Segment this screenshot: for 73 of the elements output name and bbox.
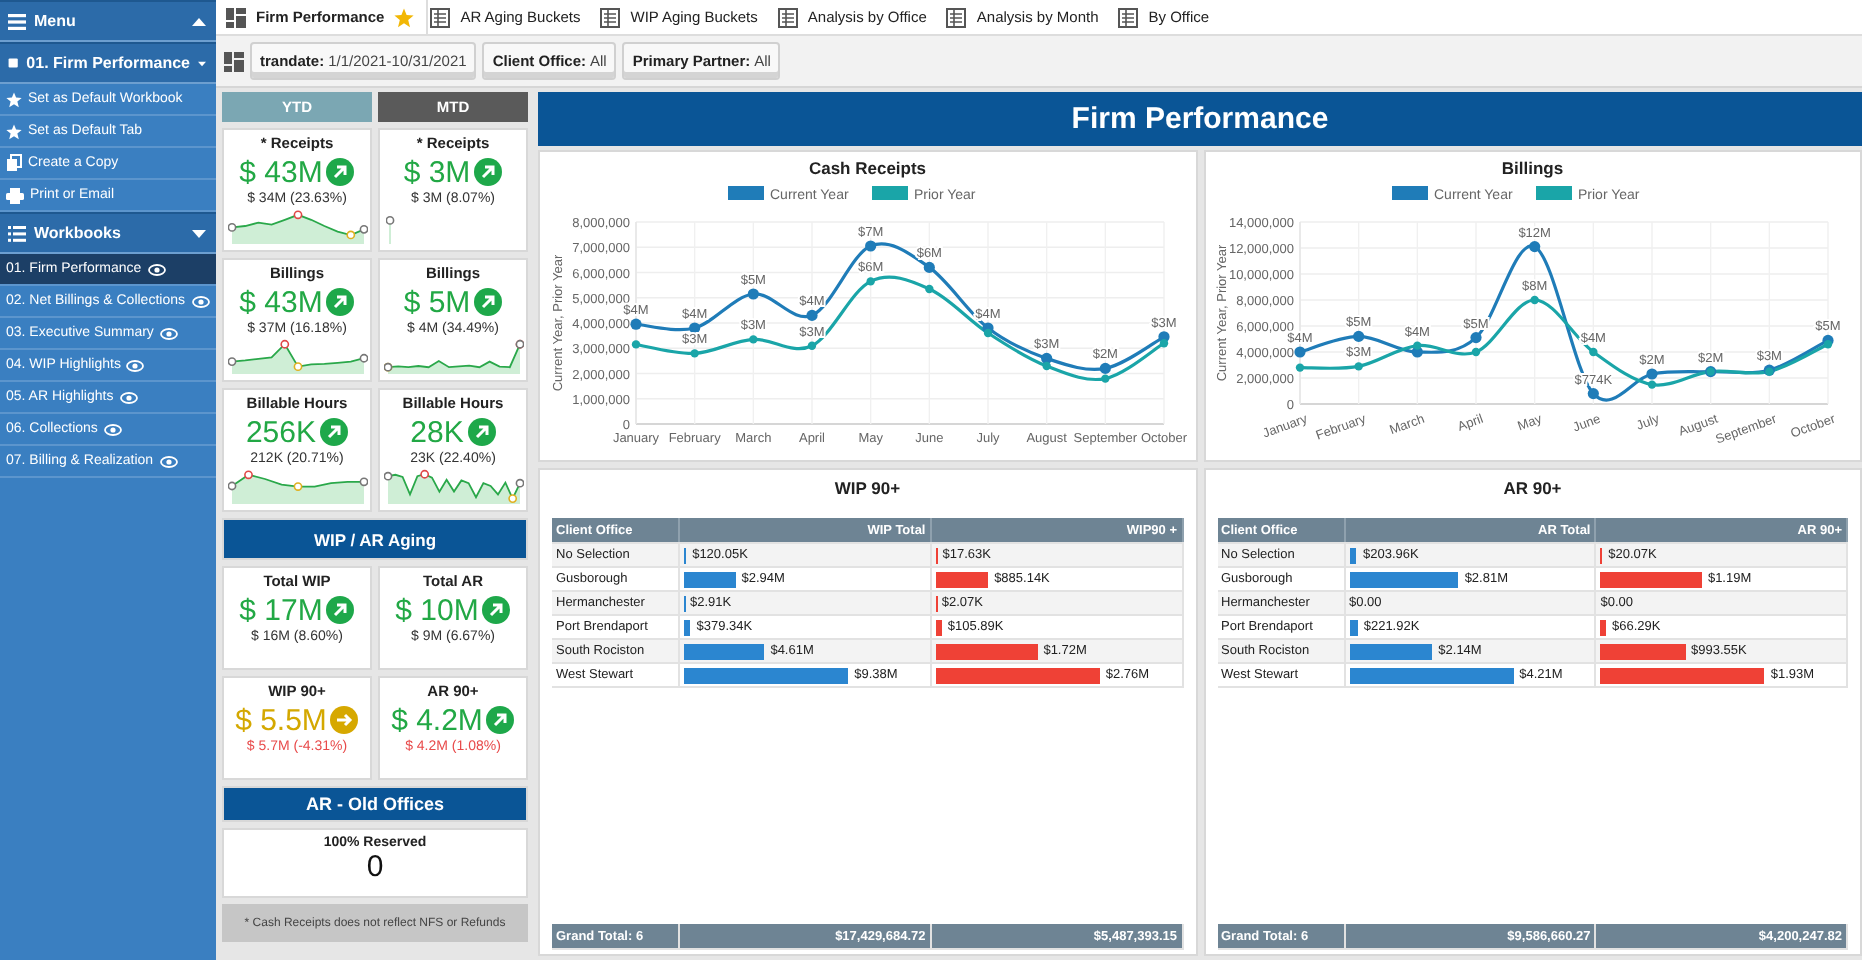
eye-icon (103, 423, 122, 435)
kpi-value: $ 5M (403, 285, 471, 319)
sidebar-header[interactable]: 01. Firm Performance (0, 42, 216, 84)
data-point (1296, 363, 1305, 372)
kpi-value: $ 3M (403, 155, 471, 189)
table-icon (430, 7, 451, 27)
eye-icon (159, 455, 178, 467)
eye-icon (147, 263, 166, 275)
data-point (631, 340, 640, 349)
data-point (1472, 347, 1481, 357)
caret-down-icon[interactable] (192, 229, 206, 237)
sparkline (383, 468, 523, 504)
menu-icon (8, 13, 26, 29)
chart-title: Billings (1501, 158, 1564, 178)
section-header: AR - Old Offices (222, 786, 528, 822)
data-point (688, 322, 700, 334)
star-icon (6, 123, 22, 139)
dashboard-icon (226, 7, 246, 27)
data-point (1294, 346, 1307, 358)
data-point (805, 309, 818, 321)
table-icon (1118, 7, 1139, 27)
kpi-value: 256K (245, 415, 317, 449)
data-point (865, 277, 875, 286)
data-point (629, 318, 642, 330)
eye-icon (191, 295, 209, 307)
chart-title: Cash Receipts (808, 158, 927, 178)
kpi-value: $ 4.2M (391, 703, 483, 737)
table-icon (946, 7, 967, 27)
list-icon (8, 225, 26, 241)
data-point (807, 341, 816, 350)
sparkline (227, 208, 367, 244)
eye-icon (119, 391, 138, 403)
dashboard-icon (224, 51, 244, 71)
page-icon (8, 54, 19, 72)
dashboard-title: Firm Performance (1071, 102, 1329, 136)
data-point (1470, 332, 1483, 344)
table-icon (600, 7, 621, 27)
caret-down-icon[interactable] (197, 59, 206, 67)
sparkline (383, 338, 523, 374)
data-point (1530, 295, 1540, 305)
sparkline (227, 468, 367, 504)
table-title: AR 90+ (1501, 478, 1564, 498)
caret-up-icon[interactable] (192, 17, 206, 25)
data-point (924, 284, 934, 294)
data-point (1589, 347, 1599, 357)
kpi-value: $ 43M (239, 285, 323, 319)
sidebar-header[interactable]: Workbooks (0, 212, 216, 254)
data-point (1354, 362, 1364, 371)
section-header: WIP / AR Aging (222, 518, 528, 560)
data-point (1353, 330, 1365, 342)
eye-icon (126, 359, 145, 371)
kpi-value: $ 17M (239, 593, 323, 627)
kpi-value: $ 5.5M (235, 703, 327, 737)
kpi-value: $ 43M (239, 155, 323, 189)
copy-icon (6, 154, 22, 172)
sidebar-header[interactable]: Menu (0, 0, 216, 42)
data-point (1588, 388, 1600, 400)
star-icon (6, 91, 22, 107)
table-icon (777, 7, 798, 27)
table-title: WIP 90+ (832, 478, 903, 498)
data-point (689, 349, 699, 358)
data-point (747, 288, 759, 300)
star-icon[interactable] (394, 7, 415, 27)
printer-icon (6, 187, 24, 203)
kpi-value: $ 10M (395, 593, 479, 627)
data-point (923, 261, 935, 273)
kpi-value: 0 (366, 850, 384, 884)
data-point (748, 335, 758, 344)
eye-icon (159, 327, 178, 339)
sparkline (227, 338, 367, 374)
data-point (1529, 241, 1541, 253)
kpi-value: 28K (410, 415, 464, 449)
data-point (864, 240, 876, 252)
